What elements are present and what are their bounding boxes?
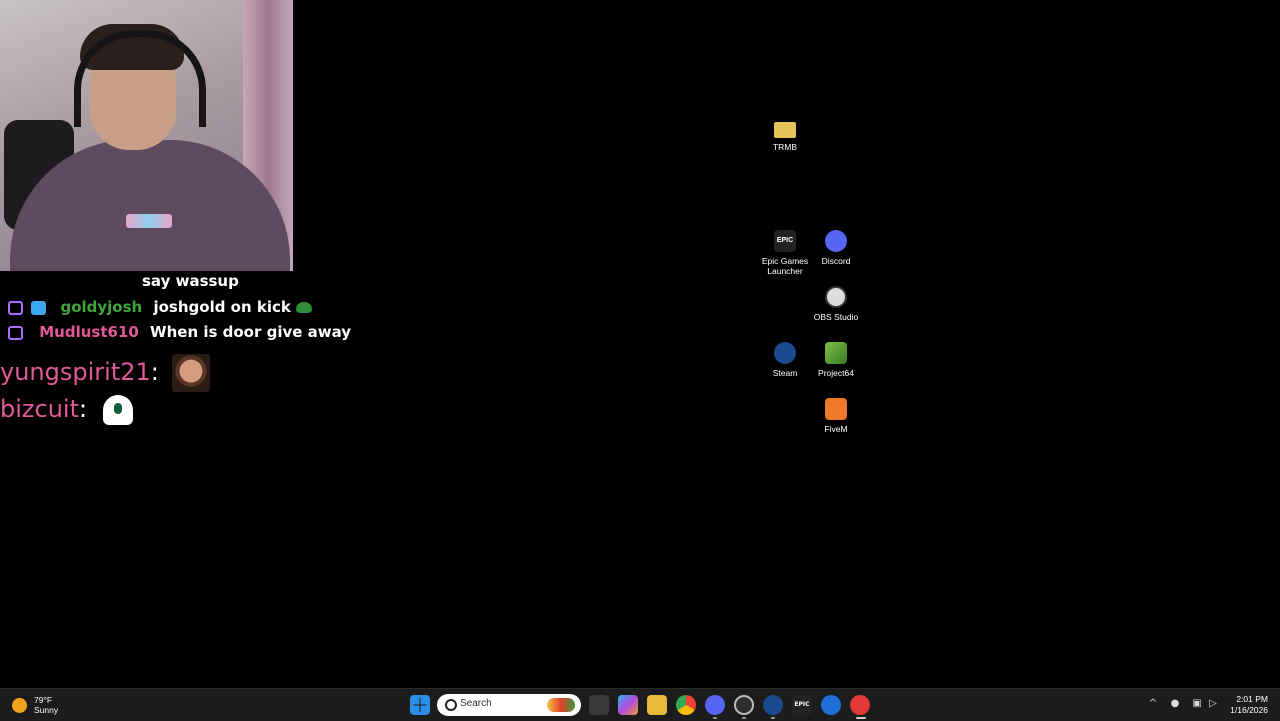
clock[interactable]: 2:01 PM 1/16/2026 [1230,694,1268,716]
chat-message: yungspirit21: [0,354,211,392]
weather-condition: Sunny [34,705,59,715]
desktop-icon-label: Epic Games Launcher [761,256,809,276]
folder-icon [774,122,796,138]
prime-badge-icon [31,300,47,315]
obs-taskbar-icon[interactable] [734,695,754,715]
project64-icon [825,342,847,364]
running-indicator [771,717,775,719]
chat-username: goldyjosh [60,298,143,316]
network-icon[interactable]: ▣ [1192,699,1202,709]
microphone-icon[interactable]: ● [1170,699,1180,709]
start-button[interactable] [410,695,430,715]
chat-message: goldyjosh joshgold on kick [8,298,313,316]
weather-text: 79°F Sunny [34,695,58,715]
discord-taskbar-icon[interactable] [705,695,725,715]
ghost-emote-icon [102,395,133,425]
desktop-icon-label: FiveM [824,424,848,434]
discord-icon [825,230,847,252]
desktop-icon-trmb[interactable]: TRMB [757,118,813,152]
volume-icon[interactable]: ▷ [1208,699,1218,709]
running-indicator [742,717,746,719]
active-indicator [856,717,866,719]
desktop-icon-project64[interactable]: Project64 [808,342,864,378]
webcam-overlay [0,0,293,271]
clock-time: 2:01 PM [1236,694,1268,704]
desktop-icon-fivem[interactable]: FiveM [808,398,864,434]
copilot-icon[interactable] [618,695,638,715]
search-highlight-icon [547,698,575,712]
app-taskbar-icon[interactable] [850,695,870,715]
epic-games-taskbar-icon[interactable]: EPIC [792,695,812,715]
twitch-badge-icon [8,300,23,315]
twitch-badge-icon [8,325,23,340]
fivem-icon [825,398,847,420]
epic-games-icon: EPIC [774,230,796,252]
chat-message-text: joshgold on kick [153,298,291,316]
webcam-headset [74,30,206,127]
chat-message: say wassup [142,272,239,290]
chat-message: bizcuit: [0,395,133,425]
search-placeholder: Search [460,698,492,709]
obs-icon [825,286,847,308]
search-icon [445,699,457,711]
chat-message-text: When is door give away [150,323,352,341]
chat-username: Mudlust610 [39,323,139,341]
steam-taskbar-icon[interactable] [763,695,783,715]
desktop-icon-obs[interactable]: OBS Studio [808,286,864,322]
chat-separator: : [78,395,88,423]
weather-temperature: 79°F [34,695,53,705]
chat-separator: : [150,358,159,386]
desktop-icon-label: OBS Studio [813,312,859,322]
desktop-icon-steam[interactable]: Steam [757,342,813,378]
file-explorer-icon[interactable] [647,695,667,715]
chrome-icon[interactable] [676,695,696,715]
frog-emote-icon [296,302,313,313]
desktop-icon-label: Discord [821,256,851,266]
laughing-face-emote-icon [172,354,211,392]
steam-icon [774,342,796,364]
chat-username: yungspirit21 [0,358,151,386]
chat-username: bizcuit [0,395,79,423]
taskbar: 79°F Sunny Search EPIC ^ ● ▣ ▷ 2:01 PM 1… [0,688,1280,721]
search-box[interactable]: Search [437,694,581,716]
desktop-icon-label: TRMB [772,142,798,152]
desktop-icon-discord[interactable]: Discord [808,230,864,266]
running-indicator [713,717,717,719]
sun-icon [12,698,27,713]
desktop-icon-label: Steam [772,368,798,378]
hoodie-logo [126,214,172,228]
battlenet-icon[interactable] [821,695,841,715]
desktop-icon-label: Project64 [818,368,854,378]
chat-message: Mudlust610 When is door give away [8,323,351,341]
chevron-up-icon[interactable]: ^ [1148,699,1158,709]
clock-date: 1/16/2026 [1230,705,1268,715]
task-view-icon[interactable] [589,695,609,715]
desktop-icon-epic-games[interactable]: EPIC Epic Games Launcher [757,230,813,276]
chat-message-text: say wassup [142,272,239,290]
